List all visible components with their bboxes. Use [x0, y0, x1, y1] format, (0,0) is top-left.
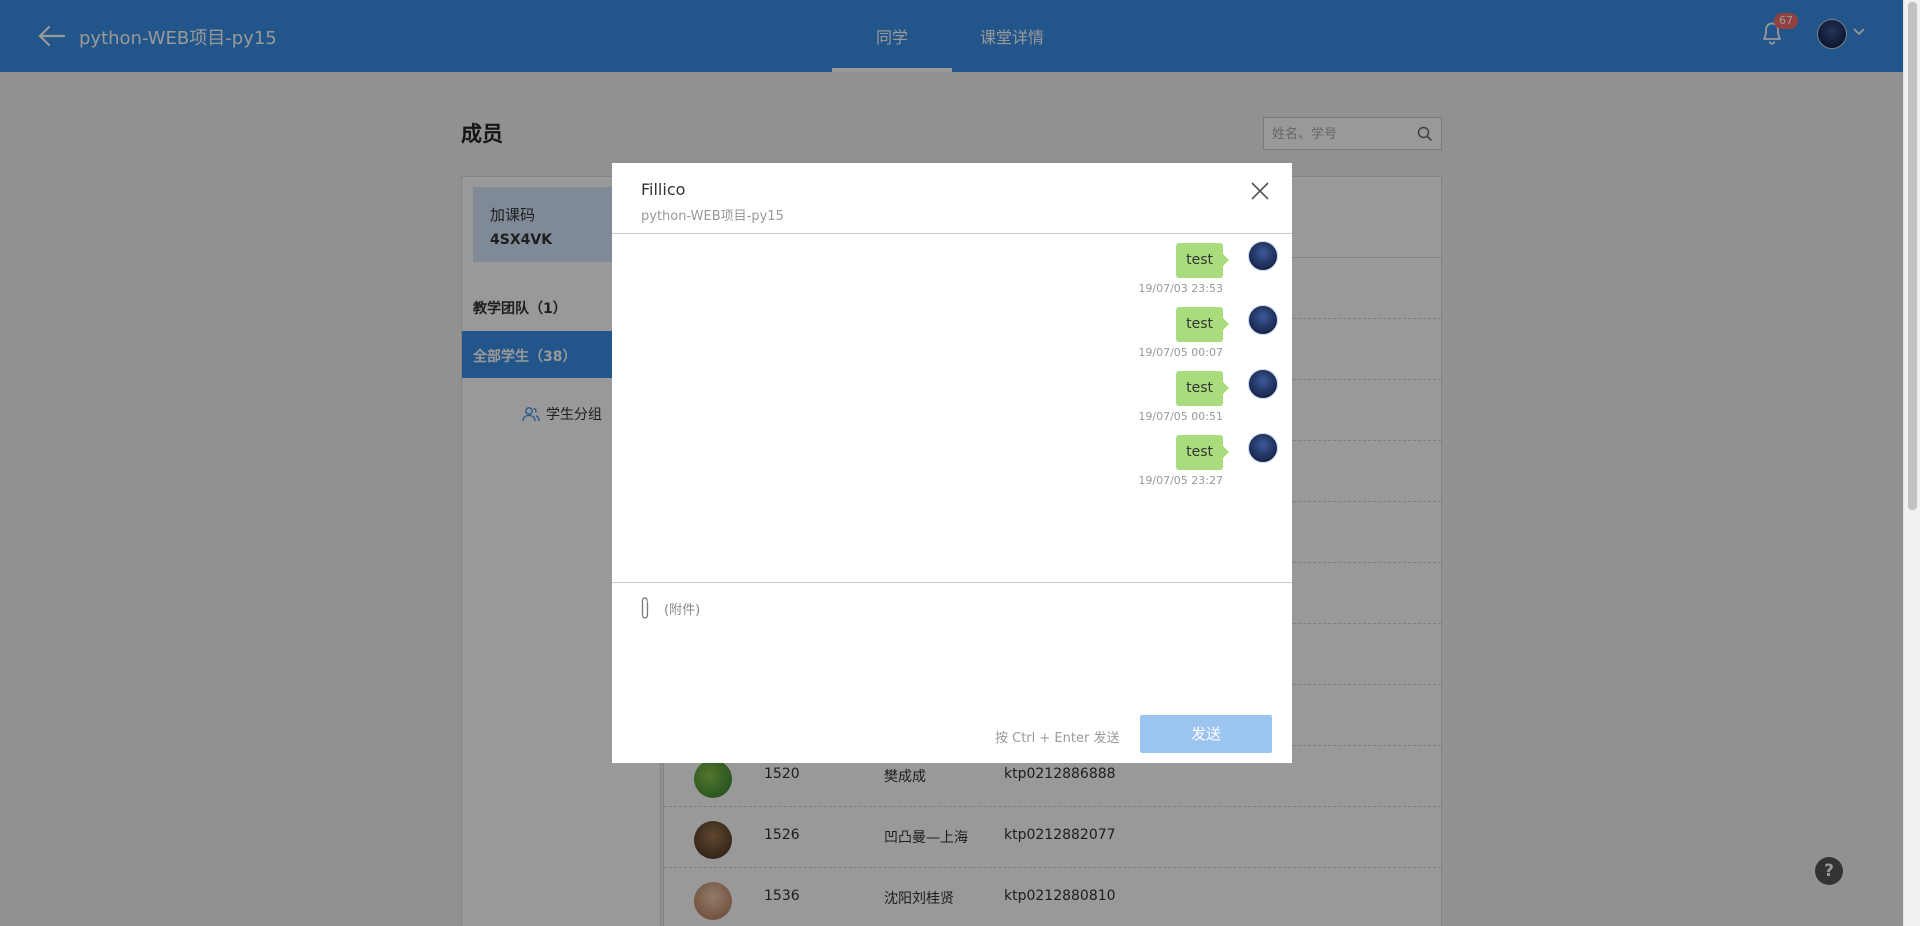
message-bubble: test	[1176, 435, 1223, 470]
bubble-tail	[1223, 318, 1229, 330]
bubble-tail	[1223, 446, 1229, 458]
bubble-tail	[1223, 382, 1229, 394]
send-button[interactable]: 发送	[1140, 715, 1272, 753]
page-scrollbar[interactable]	[1903, 0, 1920, 926]
scrollbar-thumb[interactable]	[1908, 2, 1917, 510]
send-shortcut-hint: 按 Ctrl + Enter 发送	[995, 731, 1120, 746]
message-bubble: test	[1176, 371, 1223, 406]
message-bubble: test	[1176, 243, 1223, 278]
message-item: test 19/07/05 00:51	[978, 362, 1278, 423]
message-list[interactable]: test 19/07/03 23:53 test 19/07/05 00:07 …	[612, 234, 1292, 582]
paperclip-icon[interactable]	[639, 596, 651, 620]
attachment-button[interactable]: (附件)	[664, 599, 700, 618]
message-item: test 19/07/05 00:07	[978, 298, 1278, 359]
message-dialog: Fillico python-WEB项目-py15 test 19/07/03 …	[612, 163, 1292, 763]
avatar	[1248, 369, 1278, 399]
avatar	[1248, 433, 1278, 463]
bubble-tail	[1223, 254, 1229, 266]
close-icon[interactable]	[1248, 179, 1272, 203]
dialog-course-name: python-WEB项目-py15	[641, 209, 784, 224]
message-time: 19/07/05 23:27	[1138, 474, 1223, 487]
dialog-contact-name: Fillico	[641, 180, 686, 199]
divider	[612, 582, 1292, 583]
message-time: 19/07/03 23:53	[1138, 282, 1223, 295]
avatar	[1248, 241, 1278, 271]
message-time: 19/07/05 00:51	[1138, 410, 1223, 423]
message-item: test 19/07/03 23:53	[978, 234, 1278, 295]
message-item: test 19/07/05 23:27	[978, 426, 1278, 487]
avatar	[1248, 305, 1278, 335]
message-bubble: test	[1176, 307, 1223, 342]
message-time: 19/07/05 00:07	[1138, 346, 1223, 359]
